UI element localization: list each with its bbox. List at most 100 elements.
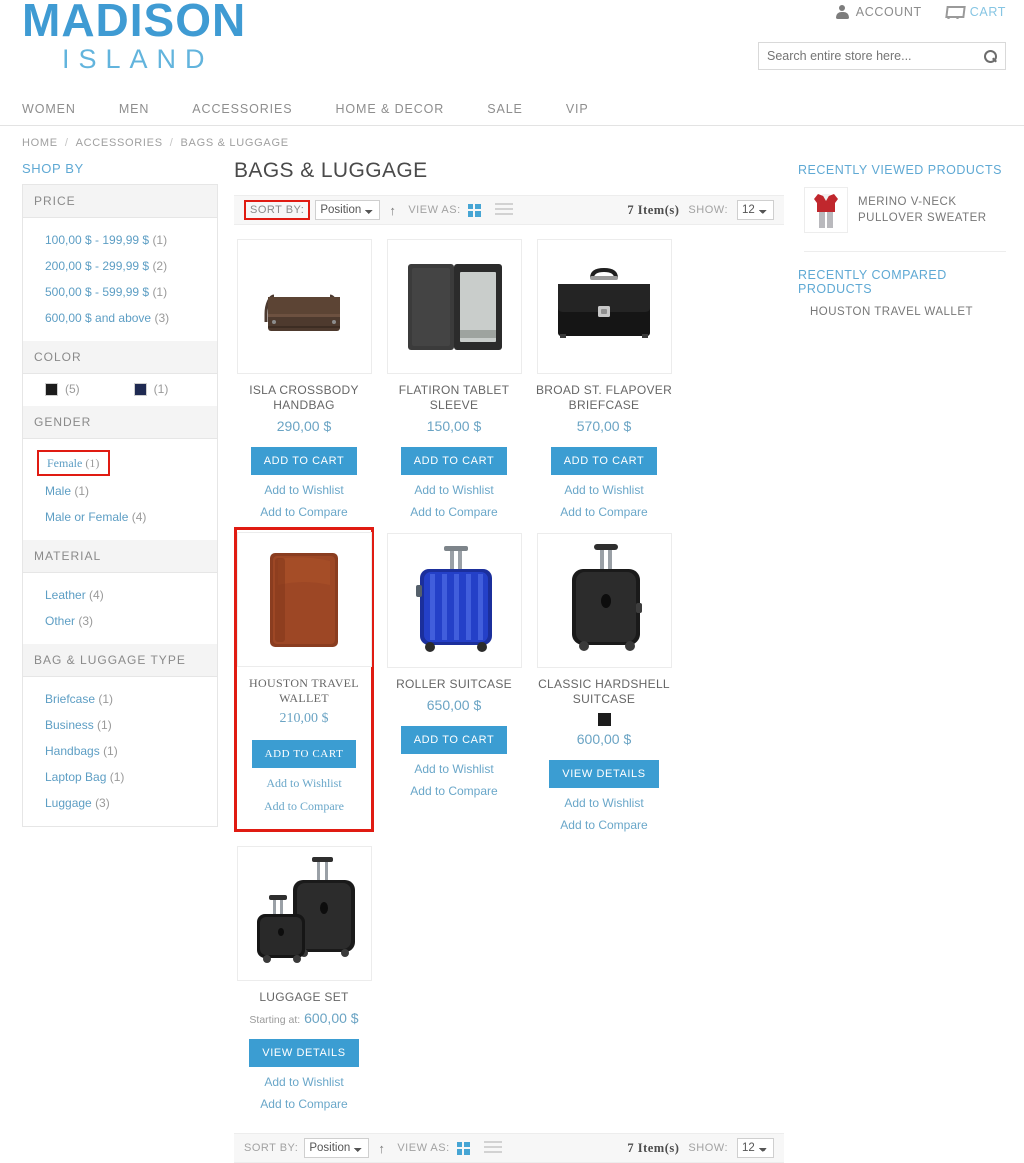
product-name[interactable]: CLASSIC HARDSHELL SUITCASE (534, 677, 674, 707)
add-to-cart-button[interactable]: ADD TO CART (550, 447, 658, 475)
recently-compared-product-name[interactable]: HOUSTON TRAVEL WALLET (798, 306, 1006, 318)
product-name[interactable]: ROLLER SUITCASE (396, 677, 512, 692)
account-link[interactable]: ACCOUNT (835, 4, 922, 19)
breadcrumb-home[interactable]: HOME (22, 137, 58, 149)
filter-option-material-other[interactable]: Other (3) (23, 608, 217, 634)
add-to-wishlist-link[interactable]: Add to Wishlist (266, 776, 341, 791)
add-to-compare-link[interactable]: Add to Compare (560, 505, 647, 519)
sort-by-select[interactable]: PositionNamePrice (315, 200, 381, 220)
filter-option-price-3[interactable]: 600,00 $ and above (3) (23, 305, 217, 331)
add-to-compare-link[interactable]: Add to Compare (260, 505, 347, 519)
nav-item-women[interactable]: WOMEN (22, 102, 103, 116)
nav-item-home-decor[interactable]: HOME & DECOR (336, 102, 472, 116)
nav-item-men[interactable]: MEN (119, 102, 176, 116)
product-image[interactable] (236, 239, 372, 374)
grid-view-icon[interactable] (467, 203, 481, 217)
filter-count: (1) (109, 770, 125, 784)
main-navigation: WOMEN MEN ACCESSORIES HOME & DECOR SALE … (0, 92, 1024, 126)
add-to-compare-link[interactable]: Add to Compare (264, 799, 344, 814)
product-name[interactable]: HOUSTON TRAVEL WALLET (237, 676, 371, 706)
view-details-button[interactable]: VIEW DETAILS (549, 760, 659, 788)
filter-label: 600,00 $ and above (45, 311, 152, 325)
items-count: 7 Item(s) (627, 202, 680, 217)
product-price: 210,00 $ (280, 711, 329, 727)
view-details-button[interactable]: VIEW DETAILS (249, 1039, 359, 1067)
add-to-compare-link[interactable]: Add to Compare (410, 784, 497, 798)
add-to-compare-link[interactable]: Add to Compare (410, 505, 497, 519)
add-to-compare-link[interactable]: Add to Compare (560, 818, 647, 832)
filter-option-type-luggage[interactable]: Luggage (3) (23, 790, 217, 816)
filter-label: Other (45, 614, 76, 628)
product-image[interactable] (386, 239, 522, 374)
price-value: 210,00 $ (279, 711, 329, 726)
filter-option-type-laptop-bag[interactable]: Laptop Bag (1) (23, 764, 217, 790)
price-value: 570,00 $ (576, 418, 632, 434)
product-image[interactable] (236, 846, 372, 981)
filter-option-material-leather[interactable]: Leather (4) (23, 582, 217, 608)
list-view-icon[interactable] (494, 202, 513, 218)
sweater-thumbnail-image (814, 194, 838, 228)
search-input[interactable] (759, 43, 975, 69)
nav-item-sale[interactable]: SALE (487, 102, 550, 116)
filter-group-title-price: PRICE (23, 185, 217, 218)
toolbar-right: 7 Item(s) SHOW: 122436 (627, 200, 774, 220)
product-image[interactable] (386, 533, 522, 668)
product-name[interactable]: ISLA CROSSBODY HANDBAG (234, 383, 374, 413)
product-name[interactable]: FLATIRON TABLET SLEEVE (384, 383, 524, 413)
sort-by-select[interactable]: PositionNamePrice (304, 1138, 370, 1158)
site-logo[interactable]: MADISON ISLAND (22, 0, 246, 74)
breadcrumb-accessories[interactable]: ACCESSORIES (76, 137, 163, 149)
add-to-compare-link[interactable]: Add to Compare (260, 1097, 347, 1111)
show-per-page-select[interactable]: 122436 (737, 200, 774, 220)
product-image[interactable] (236, 532, 372, 667)
add-to-wishlist-link[interactable]: Add to Wishlist (564, 483, 643, 497)
add-to-cart-button[interactable]: ADD TO CART (250, 447, 358, 475)
filter-option-price-1[interactable]: 200,00 $ - 299,99 $ (2) (23, 253, 217, 279)
add-to-cart-button[interactable]: ADD TO CART (400, 726, 508, 754)
filter-option-gender-male-or-female[interactable]: Male or Female (4) (23, 504, 217, 530)
add-to-wishlist-link[interactable]: Add to Wishlist (264, 483, 343, 497)
product-color-swatch[interactable] (597, 713, 611, 726)
filter-group-body-bag-type: Briefcase (1) Business (1) Handbags (1) … (23, 677, 217, 826)
filter-option-price-0[interactable]: 100,00 $ - 199,99 $ (1) (23, 227, 217, 253)
filter-label: Handbags (45, 744, 100, 758)
product-name[interactable]: BROAD ST. FLAPOVER BRIEFCASE (534, 383, 674, 413)
filter-option-color-black[interactable]: (5) (45, 382, 80, 396)
filter-group-body-price: 100,00 $ - 199,99 $ (1) 200,00 $ - 299,9… (23, 218, 217, 341)
filter-option-type-business[interactable]: Business (1) (23, 712, 217, 738)
product-image[interactable] (536, 533, 672, 668)
list-view-icon[interactable] (483, 1140, 502, 1156)
product-name[interactable]: LUGGAGE SET (259, 990, 348, 1005)
grid-view-icon[interactable] (456, 1141, 470, 1155)
add-to-wishlist-link[interactable]: Add to Wishlist (564, 796, 643, 810)
color-swatch-icon (45, 382, 58, 396)
right-sidebar: RECENTLY VIEWED PRODUCTS MERINO V-NECK P… (798, 157, 1006, 318)
show-per-page-select[interactable]: 122436 (737, 1138, 774, 1158)
filter-count: (3) (78, 614, 94, 628)
add-to-wishlist-link[interactable]: Add to Wishlist (414, 762, 493, 776)
sort-direction-icon[interactable]: ↑ (389, 204, 396, 217)
nav-item-vip[interactable]: VIP (566, 102, 616, 116)
filter-option-price-2[interactable]: 500,00 $ - 599,99 $ (1) (23, 279, 217, 305)
product-image[interactable] (536, 239, 672, 374)
filter-label: Business (45, 718, 94, 732)
cart-label: CART (969, 4, 1006, 19)
sort-direction-icon[interactable]: ↑ (378, 1142, 385, 1155)
add-to-wishlist-link[interactable]: Add to Wishlist (414, 483, 493, 497)
filter-option-color-navy[interactable]: (1) (133, 382, 168, 396)
search-button[interactable] (975, 43, 1005, 69)
cart-link[interactable]: CART (944, 4, 1006, 19)
left-sidebar: SHOP BY PRICE 100,00 $ - 199,99 $ (1) 20… (22, 157, 218, 827)
header-links: ACCOUNT CART (835, 4, 1006, 19)
add-to-cart-button[interactable]: ADD TO CART (251, 740, 357, 768)
filter-option-gender-male[interactable]: Male (1) (23, 478, 217, 504)
filter-option-gender-female[interactable]: Female (1) (37, 450, 111, 476)
shopping-cart-icon (944, 4, 963, 19)
recently-viewed-item[interactable]: MERINO V-NECK PULLOVER SWEATER (798, 187, 1006, 233)
filter-option-type-briefcase[interactable]: Briefcase (1) (23, 686, 217, 712)
add-to-wishlist-link[interactable]: Add to Wishlist (264, 1075, 343, 1089)
filter-count: (1) (85, 456, 100, 470)
add-to-cart-button[interactable]: ADD TO CART (400, 447, 508, 475)
filter-option-type-handbags[interactable]: Handbags (1) (23, 738, 217, 764)
nav-item-accessories[interactable]: ACCESSORIES (192, 102, 319, 116)
